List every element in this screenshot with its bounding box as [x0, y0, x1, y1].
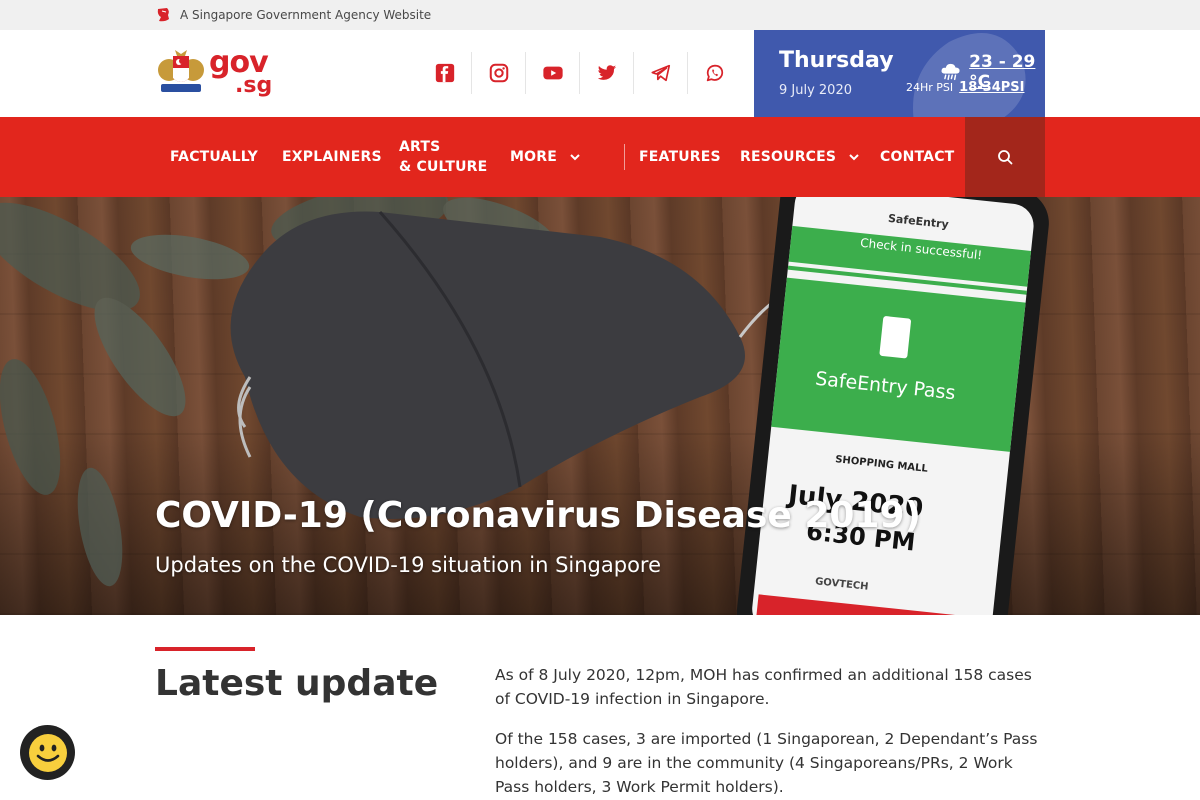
instagram-icon — [489, 63, 508, 83]
nav-more[interactable]: MORE — [510, 117, 581, 197]
masthead: A Singapore Government Agency Website — [0, 0, 1200, 30]
whatsapp-link[interactable] — [688, 52, 742, 94]
psi-value: 18-34PSI — [959, 80, 1025, 95]
social-links — [418, 52, 742, 94]
page-title: COVID-19 (Coronavirus Disease 2019) — [155, 495, 921, 536]
youtube-icon — [542, 66, 563, 80]
header: gov .sg Thursday 9 July 2020 23 - 29 °C — [0, 30, 1200, 117]
nav-arts-line2: & CULTURE — [399, 159, 488, 175]
lion-head-icon — [155, 7, 171, 23]
nav-features[interactable]: FEATURES — [639, 117, 721, 197]
latest-update-section: Latest update As of 8 July 2020, 12pm, M… — [0, 615, 1200, 800]
hero-banner: SafeEntry Check in successful! SafeEntry… — [0, 197, 1200, 615]
title-accent-bar — [155, 647, 255, 651]
smiley-icon — [28, 733, 67, 772]
nav-explainers[interactable]: EXPLAINERS — [282, 117, 382, 197]
whatsapp-icon — [706, 64, 724, 82]
update-paragraph-1: As of 8 July 2020, 12pm, MOH has confirm… — [495, 666, 1032, 708]
weather-day: Thursday — [779, 48, 894, 73]
twitter-link[interactable] — [580, 52, 634, 94]
weather-widget: Thursday 9 July 2020 23 - 29 °C 24Hr PSI… — [754, 30, 1045, 117]
nav-resources[interactable]: RESOURCES — [740, 117, 860, 197]
nav-contact[interactable]: CONTACT — [880, 117, 954, 197]
psi-reading[interactable]: 24Hr PSI 18-34PSI — [906, 80, 1024, 95]
facebook-link[interactable] — [418, 52, 472, 94]
weather-date: 9 July 2020 — [779, 83, 852, 98]
instagram-link[interactable] — [472, 52, 526, 94]
telegram-icon — [650, 64, 670, 82]
twitter-icon — [597, 65, 616, 80]
section-title: Latest update — [155, 663, 439, 704]
search-button[interactable] — [965, 117, 1045, 197]
nav-factually[interactable]: FACTUALLY — [170, 117, 258, 197]
logo-gov-text: gov — [209, 44, 269, 80]
youtube-link[interactable] — [526, 52, 580, 94]
nav-arts-line1: ARTS — [399, 139, 441, 155]
main-navigation: FACTUALLY EXPLAINERS ARTS & CULTURE MORE … — [0, 117, 1200, 197]
facebook-icon — [435, 63, 454, 83]
update-body: As of 8 July 2020, 12pm, MOH has confirm… — [495, 663, 1045, 800]
phone-venue: SHOPPING MALL — [834, 454, 929, 475]
telegram-link[interactable] — [634, 52, 688, 94]
feedback-button[interactable] — [20, 725, 75, 780]
page-subtitle: Updates on the COVID-19 situation in Sin… — [155, 553, 662, 577]
search-icon — [998, 150, 1013, 165]
phone-pass-title: SafeEntry Pass — [814, 367, 957, 405]
masthead-text: A Singapore Government Agency Website — [180, 8, 432, 22]
phone-brand: GOVTECH — [814, 576, 869, 593]
chevron-down-icon — [570, 154, 580, 161]
psi-label: 24Hr PSI — [906, 81, 954, 94]
gov-sg-logo[interactable]: gov .sg — [155, 44, 272, 96]
state-crest-icon — [158, 50, 204, 92]
nav-arts-culture[interactable]: ARTS & CULTURE — [399, 117, 487, 197]
nav-divider — [624, 144, 625, 170]
update-paragraph-2: Of the 158 cases, 3 are imported (1 Sing… — [495, 730, 1038, 796]
phone-check-status: Check in successful! — [859, 235, 983, 263]
nav-more-label: MORE — [510, 149, 557, 165]
nav-resources-label: RESOURCES — [740, 149, 837, 165]
phone-app-name: SafeEntry — [887, 211, 950, 232]
chevron-down-icon — [849, 154, 859, 161]
